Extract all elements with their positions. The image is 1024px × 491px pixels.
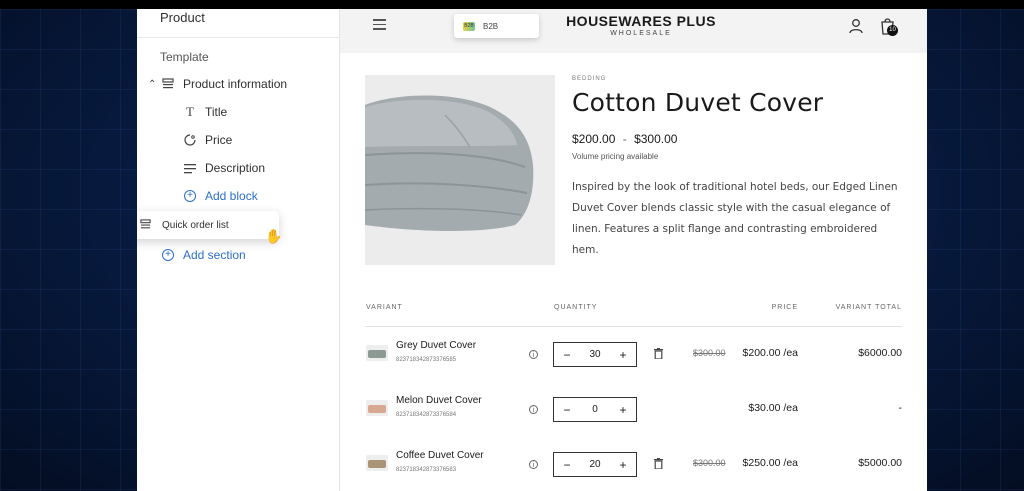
market-label: B2B [483,22,499,31]
brand-name: HOUSEWARES PLUS [566,13,716,29]
editor-window: Product Template ⌃ Product information T… [137,9,927,491]
market-swatch-icon: B2B [463,22,475,31]
block-label: Price [205,133,233,147]
section-icon [161,77,175,91]
quantity-stepper[interactable]: − 20 + [553,452,637,477]
section-product-information[interactable]: Product information [161,77,287,91]
product-image[interactable] [365,75,555,265]
unit-price: $200.00 /ea [742,347,798,359]
variant-sku: 823718342873376583 [396,467,457,473]
paragraph-icon [183,161,197,175]
product-title: Cotton Duvet Cover [572,88,824,117]
cart-count-badge: 10 [887,25,898,36]
chevron-up-icon[interactable]: ⌃ [148,79,156,90]
block-label: Title [205,105,228,119]
text-icon: T [186,104,194,119]
increment-button[interactable]: + [618,458,628,472]
original-price: $300.00 [693,348,726,358]
menu-icon[interactable] [373,19,386,30]
price-tag-icon [183,133,197,147]
user-icon[interactable] [848,18,864,34]
block-title[interactable]: T Title [183,104,228,119]
decrement-button[interactable]: − [562,458,572,472]
table-row: Coffee Duvet Cover 823718342873376583 i … [340,445,927,485]
quantity-value[interactable]: 30 [589,349,600,360]
variant-total: - [898,402,903,414]
decrement-button[interactable]: − [562,348,572,362]
store-header: B2B B2B HOUSEWARES PLUS WHOLESALE 10 [340,9,927,53]
variant-sku: 823718342873376585 [396,357,457,363]
store-preview: B2B B2B HOUSEWARES PLUS WHOLESALE 10 BED… [340,9,927,491]
add-block-label: Add block [205,189,258,203]
add-block-button[interactable]: + Add block [183,189,258,203]
plus-circle-icon: + [161,248,175,262]
price-range: $200.00 - $300.00 [572,132,677,146]
price-separator: - [622,132,627,146]
add-section-label: Add section [183,248,246,262]
original-price: $300.00 [693,458,726,468]
add-section-button[interactable]: + Add section [161,248,246,262]
variant-total: $6000.00 [858,347,902,359]
section-icon [140,219,152,231]
trash-icon[interactable] [654,348,663,359]
quantity-value[interactable]: 0 [592,404,598,415]
volume-pricing-note: Volume pricing available [572,152,659,161]
header-variant: VARIANT [366,304,403,311]
variant-thumbnail [366,345,388,361]
variant-thumbnail [366,400,388,416]
header-price: PRICE [771,304,798,311]
table-row: Grey Duvet Cover 823718342873376585 i − … [340,335,927,375]
header-quantity: QUANTITY [554,304,598,311]
info-icon[interactable]: i [529,460,538,469]
variant-name: Coffee Duvet Cover [396,450,484,461]
product-description: Inspired by the look of traditional hote… [572,181,898,256]
editor-sidebar: Product Template ⌃ Product information T… [137,9,340,491]
product-category: BEDDING [572,76,607,82]
sidebar-title: Product [160,10,205,25]
decrement-button[interactable]: − [562,403,572,417]
table-divider [365,326,902,327]
plus-circle-icon: + [183,189,197,203]
info-icon[interactable]: i [529,350,538,359]
section-label: Product information [183,77,288,91]
brand-sub: WHOLESALE [610,30,672,37]
drag-item-label: Quick order list [162,219,229,231]
quantity-stepper[interactable]: − 0 + [553,397,637,422]
variant-name: Melon Duvet Cover [396,395,482,406]
block-price[interactable]: Price [183,133,232,147]
quantity-stepper[interactable]: − 30 + [553,342,637,367]
variant-name: Grey Duvet Cover [396,340,477,351]
variant-total: $5000.00 [858,457,902,469]
sidebar-divider [137,37,339,38]
template-label: Template [160,50,209,64]
price-min: $200.00 [572,132,616,146]
header-variant-total: VARIANT TOTAL [835,304,902,311]
variant-thumbnail [366,455,388,471]
grab-hand-icon: ✋ [265,228,283,244]
variant-sku: 823718342873376584 [396,412,457,418]
info-icon[interactable]: i [529,405,538,414]
table-row: Melon Duvet Cover 823718342873376584 i −… [340,390,927,430]
unit-price: $30.00 /ea [748,402,798,414]
unit-price: $250.00 /ea [742,457,798,469]
increment-button[interactable]: + [618,403,628,417]
store-logo[interactable]: HOUSEWARES PLUS WHOLESALE [556,13,726,37]
block-label: Description [205,161,266,175]
price-max: $300.00 [634,132,678,146]
quantity-value[interactable]: 20 [589,459,600,470]
market-selector[interactable]: B2B B2B [454,14,539,38]
trash-icon[interactable] [654,458,663,469]
top-black-bar [0,0,1024,9]
block-description[interactable]: Description [183,161,265,175]
dragging-block-card[interactable]: Quick order list [137,211,279,239]
increment-button[interactable]: + [618,348,628,362]
